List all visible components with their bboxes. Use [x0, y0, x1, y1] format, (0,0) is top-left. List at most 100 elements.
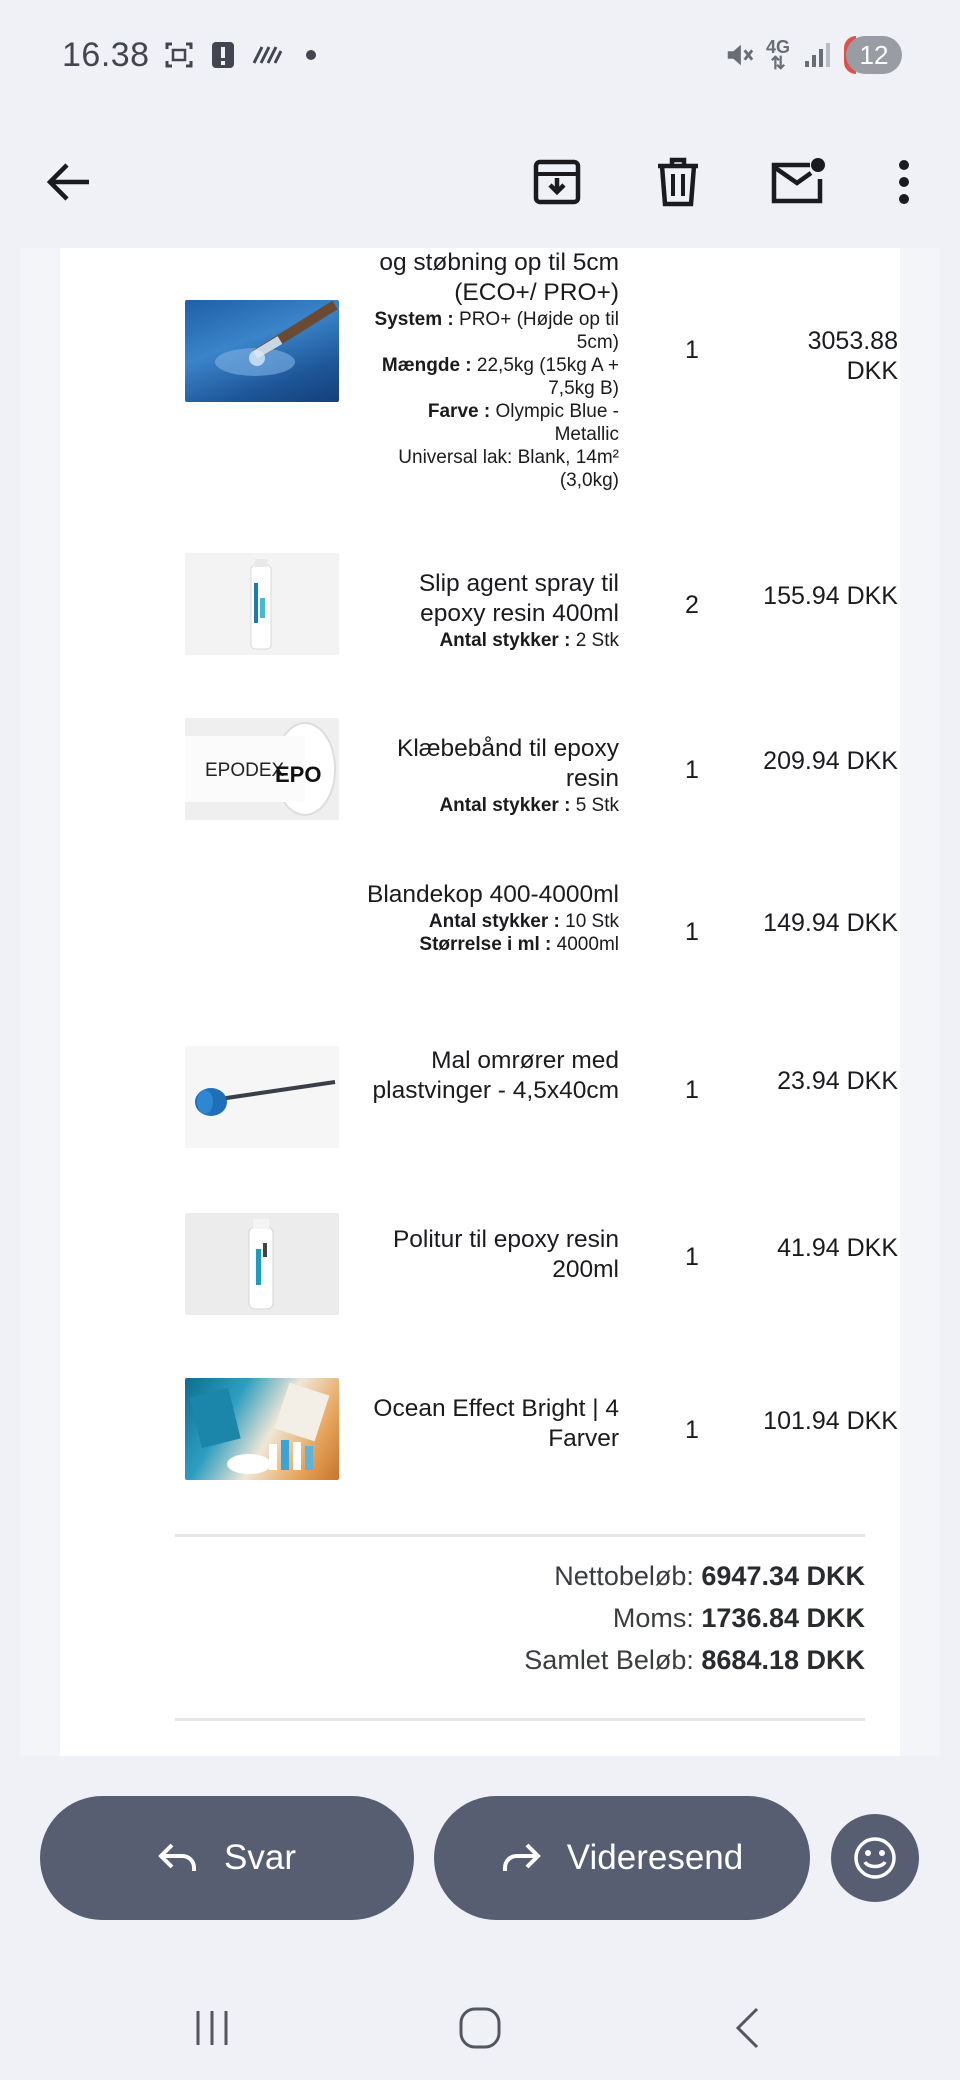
- item-meta-count: Antal stykker : 2 Stk: [365, 629, 619, 652]
- data-arrows-icon: ⇅: [770, 53, 786, 73]
- item-name-block: og støbning op til 5cm (ECO+/ PRO+) Syst…: [365, 248, 619, 492]
- reply-icon: [158, 1843, 197, 1871]
- order-totals: Nettobeløb: 6947.34 DKK Moms: 1736.84 DK…: [175, 1555, 865, 1681]
- item-name: Slip agent spray til epoxy resin 400ml: [418, 570, 619, 627]
- status-bar: 16.38 4G ⇅ 12: [0, 0, 960, 116]
- system-back-button[interactable]: [708, 1996, 788, 2060]
- mark-unread-button[interactable]: [758, 142, 838, 222]
- chevron-left-icon: [735, 2007, 759, 2049]
- recent-apps-button[interactable]: [172, 1996, 252, 2060]
- item-meta-count: Antal stykker : 10 Stk: [365, 910, 619, 933]
- meta-value: Universal lak: Blank, 14m² (3,0kg): [398, 447, 619, 491]
- item-name-block: Klæbebånd til epoxy resin Antal stykker …: [365, 734, 619, 817]
- net-amount-value: 6947.34 DKK: [701, 1561, 865, 1591]
- more-options-button[interactable]: [864, 142, 944, 222]
- item-quantity: 1: [685, 1416, 699, 1444]
- item-meta-amount: Mængde : 22,5kg (15kg A + 7,5kg B): [365, 354, 619, 400]
- notification-count-badge: 12: [846, 36, 902, 74]
- meta-key: System :: [374, 309, 454, 330]
- item-name: Blandekop 400-4000ml: [367, 881, 619, 908]
- forward-label: Videresend: [566, 1838, 744, 1877]
- meta-key: Antal stykker :: [428, 911, 560, 932]
- home-icon: [459, 2007, 501, 2049]
- item-name-block: Politur til epoxy resin 200ml: [365, 1225, 619, 1285]
- item-quantity: 1: [685, 918, 699, 946]
- item-name: Mal omrører med plastvinger - 4,5x40cm: [372, 1047, 619, 1104]
- item-name-block: Ocean Effect Bright | 4 Farver: [365, 1394, 619, 1454]
- status-time: 16.38: [62, 36, 150, 74]
- totals-divider-top: [175, 1534, 865, 1537]
- tape-brand-text: EPODEX: [205, 760, 285, 781]
- archive-button[interactable]: [517, 142, 597, 222]
- forward-button[interactable]: Videresend: [434, 1796, 810, 1920]
- item-price: 101.94 DKK: [763, 1407, 898, 1435]
- item-meta-system: System : PRO+ (Højde op til 5cm): [365, 308, 619, 354]
- forward-icon: [502, 1843, 541, 1871]
- mute-icon: [724, 40, 754, 70]
- item-price: 155.94 DKK: [763, 582, 898, 610]
- archive-icon: [533, 159, 581, 205]
- order-item-row: Blandekop 400-4000ml Antal stykker : 10 …: [120, 880, 900, 1040]
- home-button[interactable]: [440, 1996, 520, 2060]
- total-amount-value: 8684.18 DKK: [701, 1645, 865, 1675]
- item-name: Klæbebånd til epoxy resin: [396, 735, 619, 792]
- item-name-block: Slip agent spray til epoxy resin 400ml A…: [365, 569, 619, 652]
- meta-value: 2 Stk: [575, 630, 619, 651]
- meta-value: 4000ml: [556, 934, 619, 955]
- meta-key: Antal stykker :: [439, 795, 571, 816]
- totals-divider-bottom: [175, 1718, 865, 1721]
- meta-value: 5 Stk: [575, 795, 619, 816]
- item-quantity: 2: [685, 591, 699, 619]
- svg-text:EPO: EPO: [275, 762, 321, 787]
- item-quantity: 1: [685, 756, 699, 784]
- item-name-block: Mal omrører med plastvinger - 4,5x40cm: [365, 1046, 619, 1106]
- spray-can-image: [185, 553, 339, 655]
- item-meta-color: Farve : Olympic Blue - Metallic: [365, 400, 619, 446]
- order-summary: og støbning op til 5cm (ECO+/ PRO+) Syst…: [60, 248, 900, 1756]
- order-item-row: EPODEX EPO Klæbebånd til epoxy resin Anta…: [120, 718, 900, 868]
- meta-value: 22,5kg (15kg A + 7,5kg B): [476, 355, 619, 399]
- item-meta-lacquer: Universal lak: Blank, 14m² (3,0kg): [365, 446, 619, 492]
- tape-roll-image: EPODEX EPO: [185, 718, 339, 820]
- net-amount-label: Nettobeløb:: [554, 1561, 694, 1591]
- mixer-paddle-image: [185, 1046, 339, 1148]
- dot-icon: [296, 40, 326, 70]
- meta-key: Mængde :: [381, 355, 472, 376]
- back-button[interactable]: [28, 142, 108, 222]
- notification-count: 12: [859, 39, 889, 70]
- item-quantity: 1: [685, 1076, 699, 1104]
- total-amount-line: Samlet Beløb: 8684.18 DKK: [175, 1639, 865, 1681]
- top-app-bar: [0, 116, 960, 248]
- item-name-block: Blandekop 400-4000ml Antal stykker : 10 …: [365, 880, 619, 956]
- emoji-reaction-button[interactable]: [831, 1814, 919, 1902]
- item-name: Ocean Effect Bright | 4 Farver: [373, 1395, 619, 1452]
- order-item-row: Slip agent spray til epoxy resin 400ml A…: [120, 553, 900, 703]
- item-meta-size: Størrelse i ml : 4000ml: [365, 933, 619, 956]
- item-name: Politur til epoxy resin 200ml: [392, 1226, 619, 1283]
- meta-key: Størrelse i ml :: [419, 934, 552, 955]
- network-type: 4G ⇅: [766, 38, 790, 73]
- vat-label: Moms:: [612, 1603, 694, 1633]
- email-body[interactable]: og støbning op til 5cm (ECO+/ PRO+) Syst…: [20, 248, 940, 1756]
- email-actions: Svar Videresend: [0, 1756, 960, 1976]
- meta-value: Olympic Blue - Metallic: [495, 401, 619, 445]
- more-vert-icon: [899, 160, 909, 204]
- meta-key: Antal stykker :: [439, 630, 571, 651]
- meta-value: PRO+ (Højde op til 5cm): [459, 309, 619, 353]
- item-price: 209.94 DKK: [763, 747, 898, 775]
- emoji-icon: [854, 1837, 896, 1879]
- delete-button[interactable]: [638, 142, 718, 222]
- item-quantity: 1: [685, 1243, 699, 1271]
- order-item-row: Ocean Effect Bright | 4 Farver 1 101.94 …: [120, 1378, 900, 1528]
- item-price: 41.94 DKK: [777, 1234, 898, 1262]
- epoxy-blue-product-image: [185, 300, 339, 402]
- vat-line: Moms: 1736.84 DKK: [175, 1597, 865, 1639]
- signal-icon: [802, 40, 832, 70]
- total-amount-label: Samlet Beløb:: [524, 1645, 694, 1675]
- alert-icon: [208, 40, 238, 70]
- item-price: 149.94 DKK: [763, 909, 898, 937]
- item-meta-count: Antal stykker : 5 Stk: [365, 794, 619, 817]
- screenshot-icon: [164, 40, 194, 70]
- net-amount-line: Nettobeløb: 6947.34 DKK: [175, 1555, 865, 1597]
- reply-button[interactable]: Svar: [40, 1796, 414, 1920]
